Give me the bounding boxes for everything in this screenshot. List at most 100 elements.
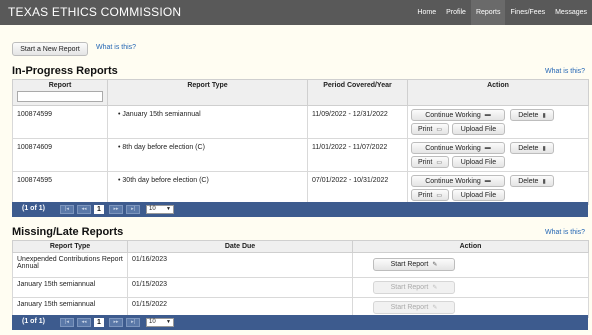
missing-report-type: January 15th semiannual [12, 277, 128, 298]
start-report-button[interactable]: Start Report ✎ [373, 281, 455, 294]
delete-label: Delete [518, 111, 539, 119]
table-row: January 15th semiannual 01/15/2023 Start… [12, 277, 589, 298]
print-label: Print [417, 191, 433, 199]
current-page[interactable]: 1 [94, 205, 104, 214]
start-new-report-button[interactable]: Start a New Report [12, 42, 88, 56]
nav-messages[interactable]: Messages [550, 0, 592, 25]
table-row: 100874609 8th day before election (C) 11… [12, 138, 589, 172]
app-title: TEXAS ETHICS COMMISSION [8, 5, 182, 19]
page-size-select[interactable]: 10 ▼ [146, 318, 174, 327]
row-actions: Continue Working ▬ Delete ▮ Print ▭ Upload … [407, 105, 589, 139]
print-button[interactable]: Print ▭ [411, 123, 449, 135]
report-type: 30th day before election (C) [107, 171, 308, 205]
missing-table: Report Type Date Due Action Unexpended C… [12, 240, 589, 318]
delete-button[interactable]: Delete ▮ [510, 142, 554, 154]
continue-working-label: Continue Working [425, 111, 481, 119]
pencil-icon: ✎ [432, 305, 438, 311]
continue-working-label: Continue Working [425, 144, 481, 152]
col-action-header: Action [407, 79, 589, 106]
pencil-icon: ✎ [432, 262, 438, 268]
missing-heading: Missing/Late Reports [12, 226, 124, 238]
report-type-label: 30th day before election (C) [118, 177, 209, 184]
report-type: 8th day before election (C) [107, 138, 308, 172]
continue-working-button[interactable]: Continue Working ▬ [411, 175, 505, 187]
delete-button[interactable]: Delete ▮ [510, 109, 554, 121]
first-page-icon[interactable]: |◂ [60, 205, 74, 214]
page-size-value: 10 [149, 206, 156, 212]
col-report-type-header: Report Type [107, 79, 308, 106]
report-filter-input[interactable] [16, 90, 103, 102]
table-row: Unexpended Contributions Report Annual 0… [12, 252, 589, 278]
print-button[interactable]: Print ▭ [411, 156, 449, 168]
trash-icon: ▮ [542, 112, 546, 119]
start-report-label: Start Report [390, 304, 429, 311]
nav-home[interactable]: Home [412, 0, 441, 25]
first-page-icon[interactable]: |◂ [60, 318, 74, 327]
in-progress-help-link[interactable]: What is this? [545, 68, 585, 75]
col-report-type-header: Report Type [12, 240, 128, 253]
upload-file-button[interactable]: Upload File [452, 189, 505, 201]
col-report-label: Report [48, 82, 72, 89]
prev-page-icon[interactable]: ◂◂ [77, 318, 91, 327]
col-date-due-header: Date Due [127, 240, 353, 253]
top-bar: TEXAS ETHICS COMMISSION Home Profile Rep… [0, 0, 592, 25]
folder-icon: ▬ [484, 112, 491, 118]
report-id: 100874599 [12, 105, 108, 139]
missing-date-due: 01/15/2023 [127, 277, 353, 298]
in-progress-pager: (1 of 1) |◂ ◂◂ 1 ▸▸ ▸| 10 ▼ [12, 202, 588, 217]
report-id: 100874595 [12, 171, 108, 205]
continue-working-label: Continue Working [425, 177, 481, 185]
main-content: Start a New Report What is this? In-Prog… [0, 25, 592, 335]
report-period: 11/09/2022 - 12/31/2022 [307, 105, 408, 139]
pencil-icon: ✎ [432, 285, 438, 291]
delete-button[interactable]: Delete ▮ [510, 175, 554, 187]
row-actions: Start Report ✎ [352, 277, 589, 298]
upload-file-label: Upload File [460, 125, 497, 133]
nav-fines-fees[interactable]: Fines/Fees [505, 0, 550, 25]
row-actions: Start Report ✎ [352, 252, 589, 278]
delete-label: Delete [518, 177, 539, 185]
page-size-value: 10 [149, 319, 156, 325]
report-type-label: January 15th semiannual [118, 111, 201, 118]
continue-working-button[interactable]: Continue Working ▬ [411, 142, 505, 154]
nav-reports[interactable]: Reports [470, 0, 506, 25]
report-type: January 15th semiannual [107, 105, 308, 139]
col-period-header: Period Covered/Year [307, 79, 408, 106]
table-row: 100874599 January 15th semiannual 11/09/… [12, 105, 589, 139]
last-page-icon[interactable]: ▸| [126, 205, 140, 214]
row-actions: Continue Working ▬ Delete ▮ Print ▭ Upload … [407, 138, 589, 172]
next-page-icon[interactable]: ▸▸ [109, 205, 123, 214]
start-report-button[interactable]: Start Report ✎ [373, 258, 455, 271]
page-size-select[interactable]: 10 ▼ [146, 205, 174, 214]
col-report-header: Report [12, 79, 108, 106]
continue-working-button[interactable]: Continue Working ▬ [411, 109, 505, 121]
main-nav: Home Profile Reports Fines/Fees Messages [412, 0, 592, 25]
printer-icon: ▭ [436, 126, 443, 133]
report-period: 07/01/2022 - 10/31/2022 [307, 171, 408, 205]
nav-profile[interactable]: Profile [441, 0, 471, 25]
missing-date-due: 01/16/2023 [127, 252, 353, 278]
print-label: Print [417, 125, 433, 133]
last-page-icon[interactable]: ▸| [126, 318, 140, 327]
folder-icon: ▬ [484, 145, 491, 151]
upload-file-button[interactable]: Upload File [452, 123, 505, 135]
start-report-button[interactable]: Start Report ✎ [373, 301, 455, 314]
page-count: (1 of 1) [22, 205, 45, 212]
row-actions: Continue Working ▬ Delete ▮ Print ▭ Upload … [407, 171, 589, 205]
printer-icon: ▭ [436, 159, 443, 166]
printer-icon: ▭ [436, 192, 443, 199]
start-report-label: Start Report [390, 261, 429, 268]
start-new-report-label: Start a New Report [20, 45, 80, 53]
delete-label: Delete [518, 144, 539, 152]
upload-file-button[interactable]: Upload File [452, 156, 505, 168]
col-action-header: Action [352, 240, 589, 253]
next-page-icon[interactable]: ▸▸ [109, 318, 123, 327]
trash-icon: ▮ [542, 145, 546, 152]
trash-icon: ▮ [542, 178, 546, 185]
print-button[interactable]: Print ▭ [411, 189, 449, 201]
missing-report-type: Unexpended Contributions Report Annual [12, 252, 128, 278]
current-page[interactable]: 1 [94, 318, 104, 327]
prev-page-icon[interactable]: ◂◂ [77, 205, 91, 214]
missing-help-link[interactable]: What is this? [545, 229, 585, 236]
what-is-this-link[interactable]: What is this? [96, 44, 136, 51]
